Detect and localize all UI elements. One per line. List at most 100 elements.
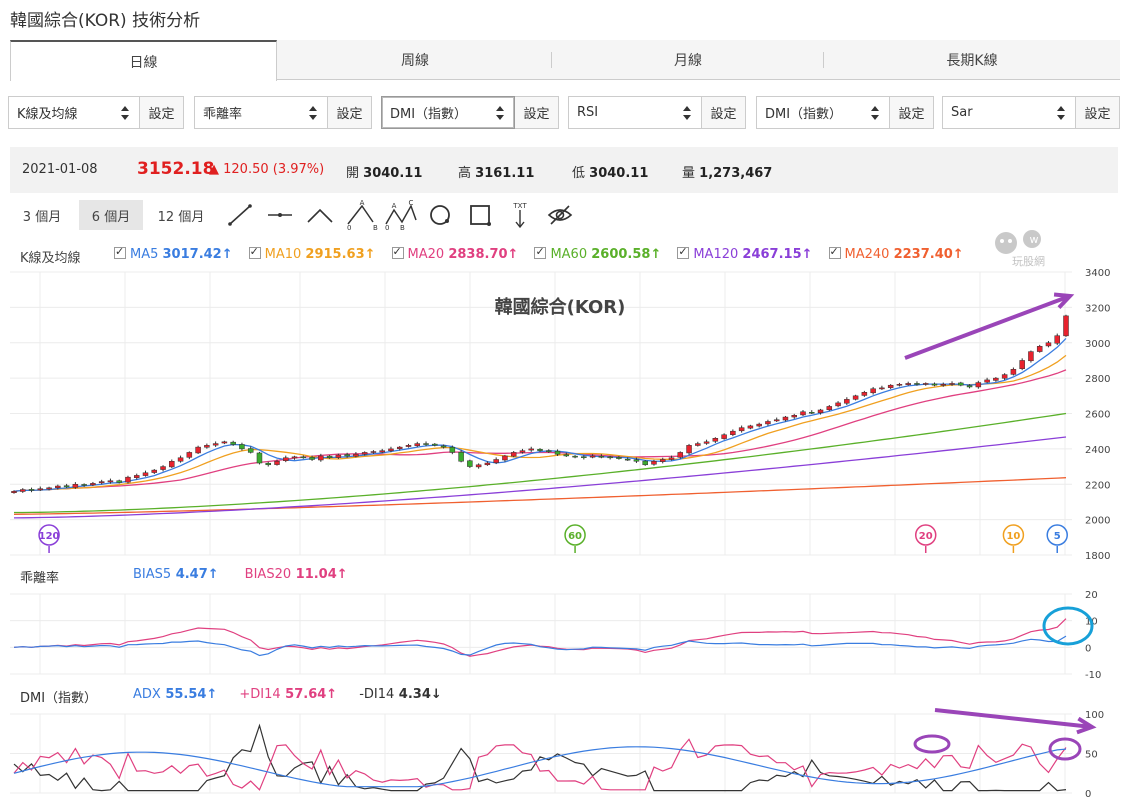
candle [265, 462, 271, 466]
y-tick-label: 3200 [1085, 303, 1110, 314]
candle [966, 385, 973, 388]
y-tick-label: 20 [1085, 590, 1098, 601]
ma240-line [13, 477, 1067, 515]
candle [300, 456, 307, 459]
candle [388, 448, 394, 452]
candle [537, 448, 543, 451]
candle [195, 446, 201, 454]
candle [107, 480, 114, 483]
chart-title: 韓國綜合(KOR) [495, 296, 626, 318]
ma5-line [13, 337, 1067, 492]
candle [1045, 342, 1052, 347]
ma-marker-label: 60 [568, 531, 582, 542]
candle [291, 456, 298, 459]
y-tick-label: 2000 [1085, 516, 1110, 527]
candle [826, 406, 833, 411]
candle [738, 427, 745, 432]
candle [887, 384, 894, 388]
candle [212, 443, 219, 446]
candle [642, 460, 648, 466]
candle [46, 487, 52, 490]
candle [809, 412, 815, 414]
y-tick-label: 2600 [1085, 410, 1110, 421]
candle [1054, 335, 1060, 344]
candle [519, 450, 526, 453]
candle [247, 448, 254, 453]
candle [835, 402, 841, 407]
candle [81, 484, 87, 486]
candle [756, 423, 762, 427]
candle [852, 395, 859, 400]
candle [1036, 346, 1043, 352]
candle [1028, 351, 1034, 362]
candle [633, 459, 640, 462]
candle [160, 466, 166, 470]
candle [870, 388, 876, 394]
candle [239, 444, 245, 450]
candle [703, 441, 710, 444]
candle [326, 455, 333, 458]
y-tick-label: 3400 [1085, 268, 1110, 279]
candle [765, 421, 771, 425]
candle [695, 443, 701, 446]
ma-marker-label: 120 [39, 531, 60, 542]
candle [712, 438, 719, 442]
candle [659, 459, 666, 462]
candle [449, 447, 456, 453]
candle [861, 392, 868, 396]
candle [353, 453, 359, 457]
candle [204, 445, 210, 448]
candle [528, 448, 534, 451]
candle [432, 443, 438, 446]
candle [730, 430, 736, 435]
candle [1019, 360, 1025, 370]
minus-di-line [13, 723, 1067, 792]
candle [993, 377, 999, 381]
candle [563, 454, 570, 457]
trend-arrow-annotation [904, 294, 1071, 360]
candle [782, 416, 789, 421]
candle [63, 485, 70, 488]
candle [28, 489, 35, 491]
candle [256, 452, 263, 464]
candle [20, 489, 26, 492]
candle [396, 446, 403, 449]
candle [274, 461, 280, 465]
candle [686, 445, 692, 454]
candle [186, 452, 193, 458]
candle [914, 383, 920, 385]
candle [510, 452, 517, 457]
candle [958, 382, 964, 386]
dmi-arrow-annotation [934, 708, 1093, 729]
candle [1001, 374, 1008, 379]
candle [133, 475, 140, 478]
candle [984, 379, 990, 383]
candle [896, 384, 903, 386]
ma-marker-label: 5 [1054, 531, 1061, 542]
candle [624, 458, 631, 461]
candle [423, 443, 429, 445]
candle [177, 457, 184, 462]
candle [37, 488, 44, 491]
candle [98, 481, 105, 484]
candle [607, 456, 613, 459]
candle [283, 457, 289, 461]
candle [554, 450, 561, 455]
y-tick-label: 0 [1085, 643, 1091, 654]
candle [221, 441, 228, 444]
candle [502, 455, 508, 461]
candle [931, 383, 938, 386]
candle [546, 450, 552, 452]
ma-marker-label: 10 [1006, 531, 1020, 542]
candle [817, 409, 824, 414]
candle [90, 483, 96, 486]
chart-area[interactable]: 1800200022002400260028003000320034002010… [0, 0, 1145, 807]
y-tick-label: 1800 [1085, 551, 1110, 562]
candle [616, 457, 622, 459]
candle [589, 455, 596, 458]
candle [484, 462, 491, 466]
y-tick-label: 100 [1085, 710, 1104, 721]
candle [791, 415, 797, 418]
candle [598, 456, 605, 458]
candle [905, 383, 911, 385]
